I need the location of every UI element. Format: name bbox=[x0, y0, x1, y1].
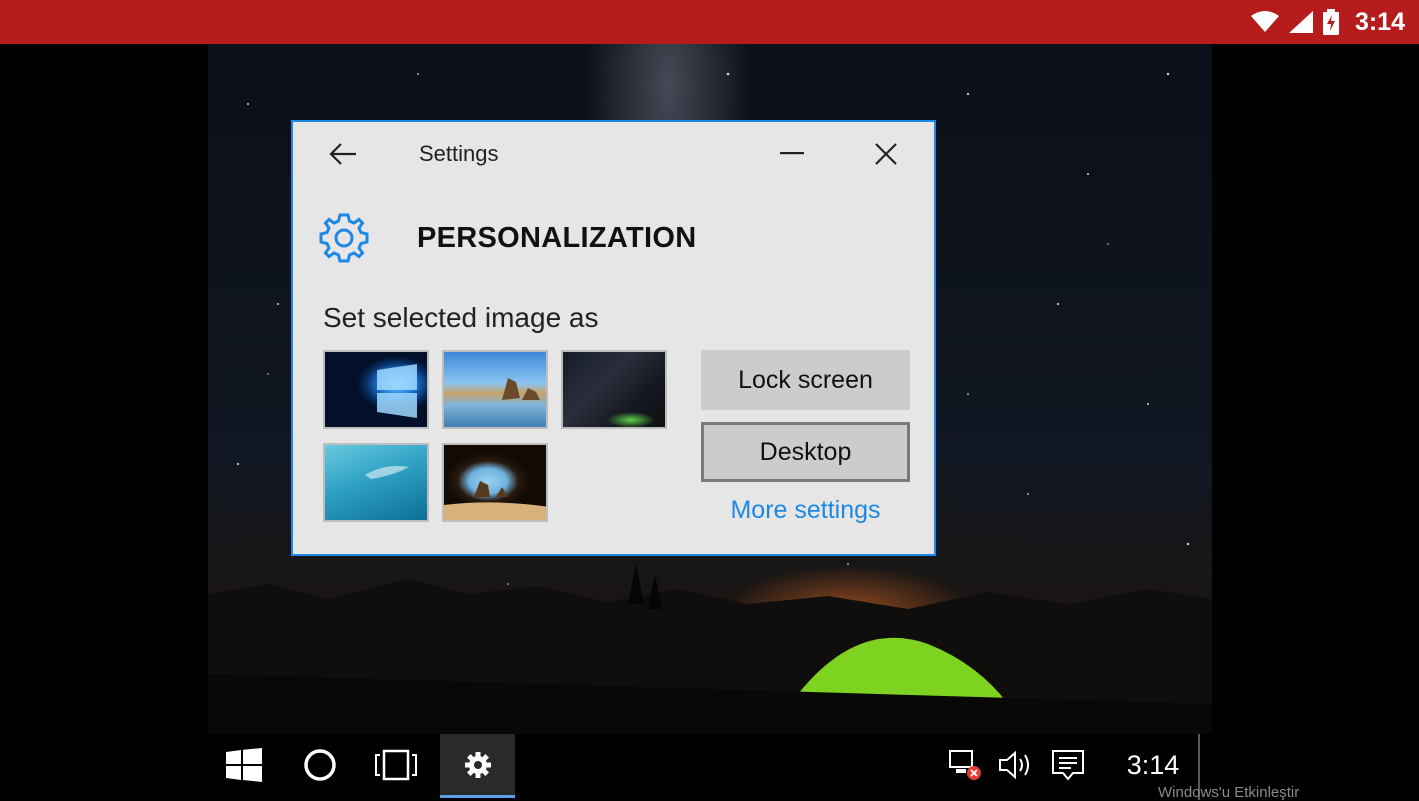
mountain-silhouette bbox=[208, 564, 1212, 734]
activation-watermark: Windows'u Etkinleştir bbox=[1158, 784, 1300, 801]
task-view-icon bbox=[375, 749, 417, 781]
network-tray-button[interactable] bbox=[946, 734, 986, 796]
thumbnail-underwater-swimmer[interactable] bbox=[323, 443, 429, 522]
lock-screen-button[interactable]: Lock screen bbox=[701, 350, 910, 410]
gear-icon bbox=[464, 751, 491, 778]
arrow-left-icon bbox=[329, 143, 356, 165]
sea-stack-icon bbox=[444, 481, 546, 520]
windows-start-icon bbox=[226, 748, 262, 782]
thumbnail-windows-logo[interactable] bbox=[323, 350, 429, 429]
android-status-bar: 3:14 bbox=[0, 0, 1419, 44]
cortana-button[interactable] bbox=[284, 734, 356, 796]
close-button[interactable] bbox=[861, 136, 911, 172]
start-button[interactable] bbox=[208, 734, 280, 796]
taskbar: 3:14 bbox=[208, 734, 1200, 800]
gear-icon bbox=[319, 213, 369, 263]
status-clock: 3:14 bbox=[1354, 7, 1405, 36]
notification-icon bbox=[1052, 750, 1084, 781]
close-icon bbox=[875, 143, 897, 165]
thumbnail-beach-rocks[interactable] bbox=[442, 350, 548, 429]
task-view-button[interactable] bbox=[360, 734, 432, 796]
page-heading: PERSONALIZATION bbox=[417, 222, 697, 254]
wifi-icon bbox=[1250, 11, 1279, 32]
more-settings-link[interactable]: More settings bbox=[701, 496, 910, 525]
cell-signal-icon bbox=[1288, 11, 1313, 33]
settings-window: Settings PERSONALIZATION Set selected im… bbox=[291, 120, 936, 556]
rock-formation-icon bbox=[502, 378, 540, 400]
title-bar: Settings bbox=[293, 122, 934, 186]
window-title: Settings bbox=[419, 141, 499, 166]
page-header: PERSONALIZATION bbox=[317, 210, 696, 266]
minimize-icon bbox=[780, 152, 804, 155]
volume-tray-button[interactable] bbox=[996, 734, 1036, 796]
cortana-circle-icon bbox=[304, 749, 336, 781]
speaker-volume-icon bbox=[999, 750, 1029, 780]
windows-logo-icon bbox=[377, 364, 417, 418]
battery-charging-icon bbox=[1322, 9, 1339, 35]
set-image-prompt: Set selected image as bbox=[323, 302, 599, 333]
minimize-button[interactable] bbox=[767, 136, 817, 172]
swimmer-icon bbox=[365, 466, 409, 479]
thumbnail-milky-way-tent[interactable] bbox=[561, 350, 667, 429]
taskbar-settings-app[interactable] bbox=[440, 734, 515, 798]
action-center-button[interactable] bbox=[1048, 734, 1088, 796]
network-disconnected-icon bbox=[949, 750, 981, 780]
thumbnail-sea-cave[interactable] bbox=[442, 443, 548, 522]
desktop-button[interactable]: Desktop bbox=[701, 422, 910, 482]
back-button[interactable] bbox=[323, 136, 363, 172]
